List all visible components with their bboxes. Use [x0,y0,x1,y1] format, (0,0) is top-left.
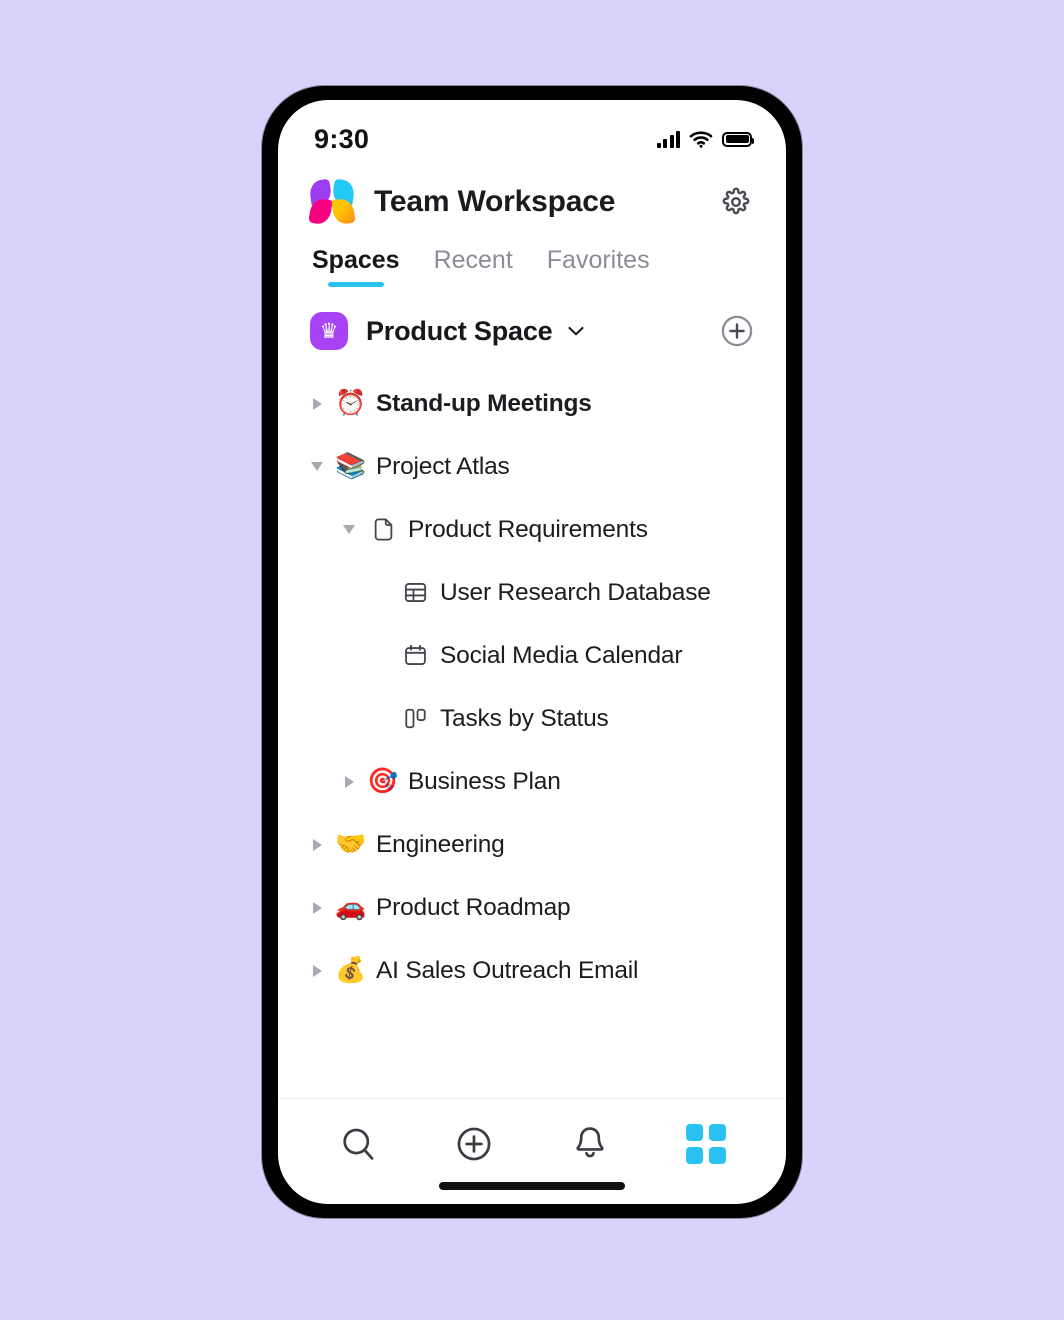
tree-item-label: Tasks by Status [440,704,609,732]
crown-icon: ♛ [310,312,348,350]
triangle-down-icon[interactable] [338,525,360,534]
page-title: Team Workspace [374,185,616,218]
wifi-icon [689,131,713,148]
triangle-right-icon[interactable] [306,397,328,410]
tree-item[interactable]: Product Requirements [278,498,786,561]
table-icon [398,579,432,606]
cellular-signal-icon [656,130,680,148]
triangle-right-icon[interactable] [306,964,328,977]
triangle-right-icon[interactable] [306,838,328,851]
phone-screen: 9:30 Team Workspace Spaces Recent Favori… [278,100,786,1204]
tree-item-label: Social Media Calendar [440,641,683,669]
nav-search-button[interactable] [327,1113,389,1175]
tree-item-label: Business Plan [408,767,561,795]
tab-spaces[interactable]: Spaces [312,246,400,287]
tree-item[interactable]: User Research Database [278,561,786,624]
tree-item-label: Product Roadmap [376,893,571,921]
car-emoji: 🚗 [335,893,367,921]
tree-item-label: Engineering [376,830,505,858]
gear-icon [722,187,750,215]
tree-item[interactable]: 🚗 Product Roadmap [278,876,786,939]
tree-item-label: Project Atlas [376,452,510,480]
page-background: 9:30 Team Workspace Spaces Recent Favori… [0,0,1064,1320]
handshake-emoji: 🤝 [335,830,367,858]
app-header: Team Workspace [278,162,786,236]
calendar-icon [398,642,432,669]
home-indicator [439,1182,625,1190]
nav-apps-button[interactable] [675,1113,737,1175]
tree-item[interactable]: 🤝 Engineering [278,813,786,876]
status-time: 9:30 [314,123,370,154]
tree-item[interactable]: 📚 Project Atlas [278,435,786,498]
triangle-down-icon[interactable] [306,462,328,471]
tree-item[interactable]: ⏰ Stand-up Meetings [278,372,786,435]
tree-item-label: User Research Database [440,578,711,606]
tree-item-label: Product Requirements [408,515,648,543]
triangle-right-icon[interactable] [306,901,328,914]
space-header-row: ♛ Product Space [278,298,786,364]
status-indicators [656,130,754,148]
chevron-down-icon [568,326,585,336]
books-emoji: 📚 [335,452,367,480]
status-bar: 9:30 [278,100,786,162]
money-bag-emoji: 💰 [335,956,367,984]
board-icon [398,705,432,732]
search-icon [343,1128,374,1160]
app-logo-icon [308,178,356,226]
tree-item-label: AI Sales Outreach Email [376,956,639,984]
nav-create-button[interactable] [443,1113,505,1175]
bell-icon [576,1126,604,1157]
add-space-button[interactable] [718,312,756,350]
tree-item-label: Stand-up Meetings [376,389,592,417]
tree-item[interactable]: Tasks by Status [278,687,786,750]
tab-recent[interactable]: Recent [434,246,513,287]
tree-item[interactable]: 💰 AI Sales Outreach Email [278,939,786,1002]
space-tree: ⏰ Stand-up Meetings 📚 Project Atlas Product … [278,364,786,1098]
tab-favorites[interactable]: Favorites [547,246,650,287]
tab-bar: Spaces Recent Favorites [278,236,786,298]
triangle-right-icon[interactable] [338,775,360,788]
tree-item[interactable]: Social Media Calendar [278,624,786,687]
tree-item[interactable]: 🎯 Business Plan [278,750,786,813]
dart-target-emoji: 🎯 [367,767,399,795]
settings-button[interactable] [716,182,756,222]
battery-full-icon [722,131,754,147]
nav-notifications-button[interactable] [559,1113,621,1175]
grid-apps-icon [686,1123,726,1164]
phone-frame: 9:30 Team Workspace Spaces Recent Favori… [262,86,802,1218]
plus-circle-icon [721,315,753,347]
plus-circle-icon [457,1127,491,1160]
space-dropdown-button[interactable] [564,319,588,343]
space-name[interactable]: Product Space [366,316,553,347]
alarm-clock-emoji: ⏰ [335,389,367,417]
document-icon [366,516,400,543]
